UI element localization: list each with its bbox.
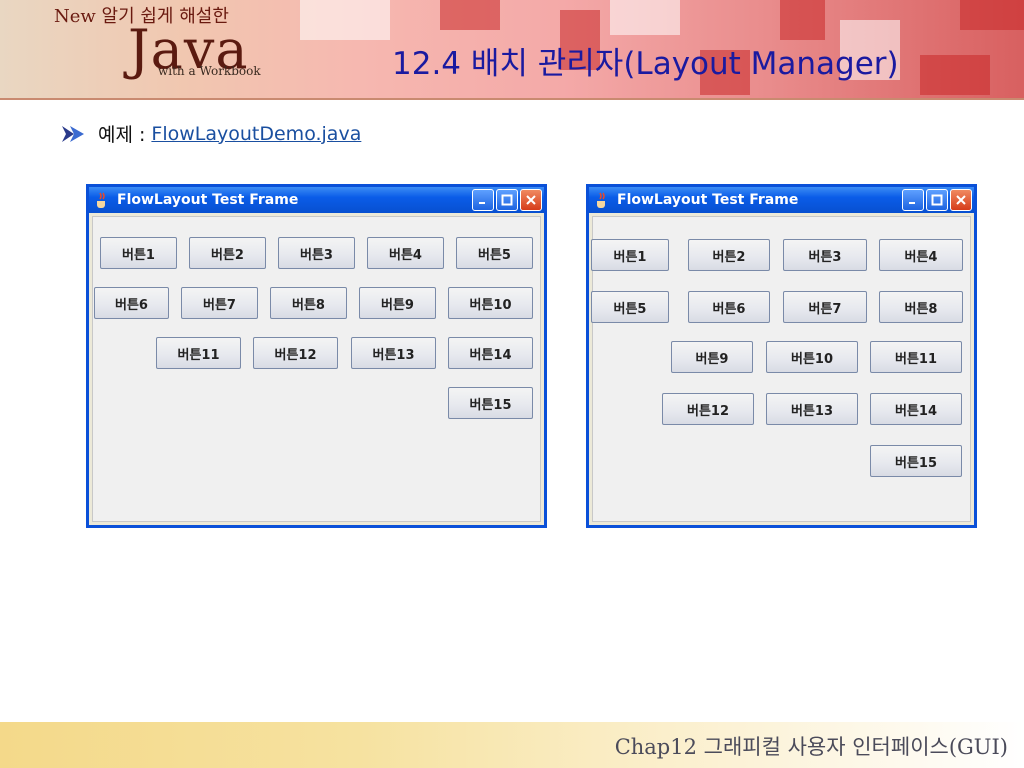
example-link[interactable]: FlowLayoutDemo.java xyxy=(151,123,361,145)
close-button[interactable] xyxy=(950,189,972,211)
example-label: 예제 : xyxy=(98,124,146,146)
button-9[interactable]: 버튼9 xyxy=(359,287,436,319)
button-13[interactable]: 버튼13 xyxy=(766,393,858,425)
close-icon xyxy=(956,195,966,205)
button-5[interactable]: 버튼5 xyxy=(591,291,669,323)
button-14[interactable]: 버튼14 xyxy=(870,393,962,425)
window-title: FlowLayout Test Frame xyxy=(617,192,799,208)
close-button[interactable] xyxy=(520,189,542,211)
button-1[interactable]: 버튼1 xyxy=(100,237,177,269)
maximize-button[interactable] xyxy=(926,189,948,211)
button-2[interactable]: 버튼2 xyxy=(189,237,266,269)
window-titlebar[interactable]: FlowLayout Test Frame xyxy=(589,187,974,213)
button-4[interactable]: 버튼4 xyxy=(879,239,963,271)
maximize-icon xyxy=(501,194,513,206)
button-6[interactable]: 버튼6 xyxy=(688,291,770,323)
button-14[interactable]: 버튼14 xyxy=(448,337,533,369)
minimize-button[interactable] xyxy=(472,189,494,211)
window-content: 버튼1 버튼2 버튼3 버튼4 버튼5 버튼6 버튼7 버튼8 버튼9 버튼10… xyxy=(92,216,541,522)
button-13[interactable]: 버튼13 xyxy=(351,337,436,369)
button-1[interactable]: 버튼1 xyxy=(591,239,669,271)
window-title: FlowLayout Test Frame xyxy=(117,192,299,208)
java-cup-icon xyxy=(597,192,605,208)
window-titlebar[interactable]: FlowLayout Test Frame xyxy=(89,187,544,213)
page-title: 12.4 배치 관리자(Layout Manager) xyxy=(392,46,899,82)
minimize-button[interactable] xyxy=(902,189,924,211)
button-7[interactable]: 버튼7 xyxy=(181,287,258,319)
button-8[interactable]: 버튼8 xyxy=(879,291,963,323)
arrow-bullet-icon xyxy=(62,125,84,142)
window-content: 버튼1 버튼2 버튼3 버튼4 버튼5 버튼6 버튼7 버튼8 버튼9 버튼10… xyxy=(591,216,971,522)
minimize-icon xyxy=(909,202,915,204)
slide: New 알기 쉽게 해설한 Java with a Workbook 12.4 … xyxy=(0,0,1024,768)
button-8[interactable]: 버튼8 xyxy=(270,287,347,319)
button-9[interactable]: 버튼9 xyxy=(671,341,753,373)
flowlayout-window-1: FlowLayout Test Frame 버튼1 버튼2 버튼3 버튼4 버튼… xyxy=(86,184,547,528)
button-10[interactable]: 버튼10 xyxy=(766,341,858,373)
java-cup-icon xyxy=(97,192,105,208)
example-bullet: 예제 : FlowLayoutDemo.java xyxy=(62,120,361,147)
header-banner: New 알기 쉽게 해설한 Java with a Workbook 12.4 … xyxy=(0,0,1024,100)
button-6[interactable]: 버튼6 xyxy=(94,287,169,319)
button-10[interactable]: 버튼10 xyxy=(448,287,533,319)
button-3[interactable]: 버튼3 xyxy=(278,237,355,269)
button-2[interactable]: 버튼2 xyxy=(688,239,770,271)
maximize-button[interactable] xyxy=(496,189,518,211)
logo-subtitle: with a Workbook xyxy=(158,64,261,78)
close-icon xyxy=(526,195,536,205)
footer-chapter-title: Chap12 그래피컬 사용자 인터페이스(GUI) xyxy=(614,735,1008,759)
button-11[interactable]: 버튼11 xyxy=(156,337,241,369)
button-4[interactable]: 버튼4 xyxy=(367,237,444,269)
button-11[interactable]: 버튼11 xyxy=(870,341,962,373)
flowlayout-window-2: FlowLayout Test Frame 버튼1 버튼2 버튼3 버튼4 버튼… xyxy=(586,184,977,528)
button-12[interactable]: 버튼12 xyxy=(662,393,754,425)
button-3[interactable]: 버튼3 xyxy=(783,239,867,271)
button-12[interactable]: 버튼12 xyxy=(253,337,338,369)
minimize-icon xyxy=(479,202,485,204)
button-15[interactable]: 버튼15 xyxy=(870,445,962,477)
button-7[interactable]: 버튼7 xyxy=(783,291,867,323)
button-15[interactable]: 버튼15 xyxy=(448,387,533,419)
button-5[interactable]: 버튼5 xyxy=(456,237,533,269)
maximize-icon xyxy=(931,194,943,206)
